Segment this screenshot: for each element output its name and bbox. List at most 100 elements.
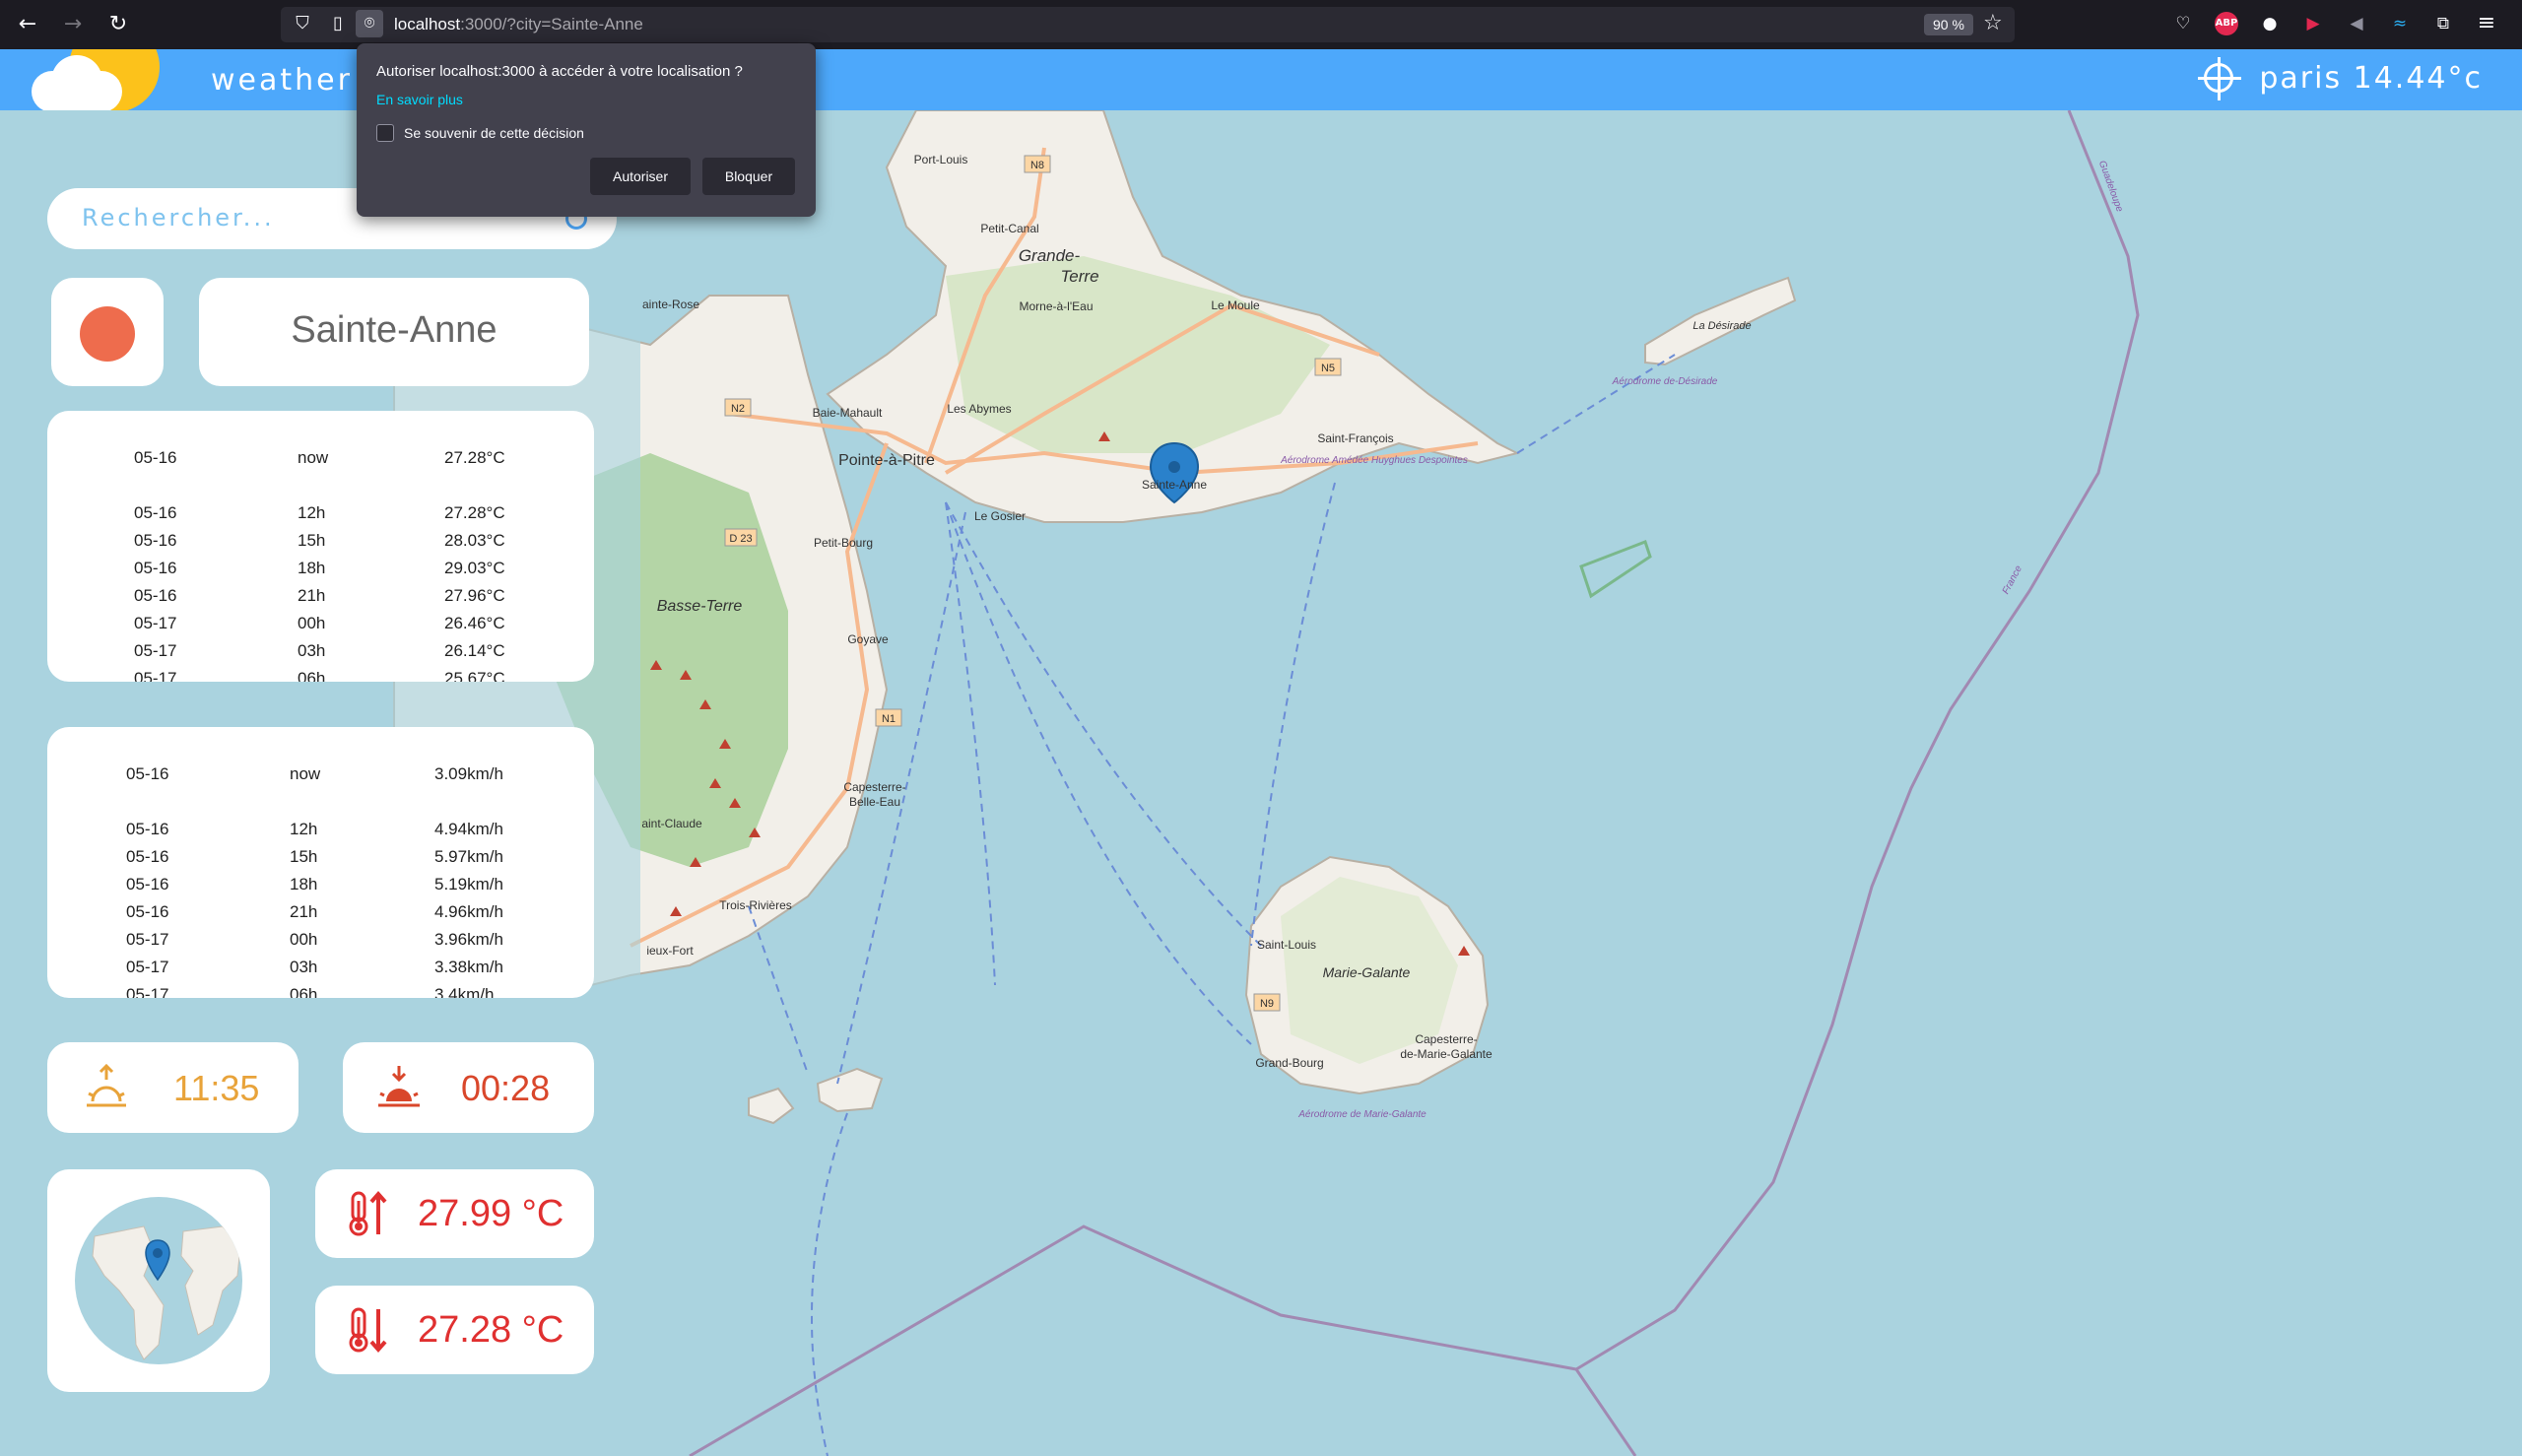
road-label-n8: N8 — [1030, 160, 1044, 171]
extensions-puzzle-icon[interactable]: ⧉ — [2431, 12, 2455, 35]
label-petit-bourg: Petit-Bourg — [814, 536, 873, 550]
road-label-n9: N9 — [1260, 998, 1274, 1010]
forecast-date: 05-16 — [126, 902, 169, 921]
current-location-text: paris 14.44°c — [2259, 61, 2483, 96]
max-temp-card: 27.99 °C — [315, 1169, 594, 1258]
forecast-time: now — [290, 764, 321, 783]
min-temperature: 27.28 °C — [418, 1309, 564, 1351]
forecast-value: 3.4km/h — [434, 985, 495, 998]
forecast-value: 27.96°C — [444, 586, 505, 605]
remember-checkbox[interactable] — [376, 124, 394, 142]
forecast-date: 05-16 — [134, 559, 177, 577]
youtube-extension-icon[interactable]: ▶ — [2301, 12, 2325, 35]
label-basse-terre: Basse-Terre — [657, 598, 743, 615]
forecast-value: 27.28°C — [444, 503, 505, 522]
forecast-date: 05-17 — [126, 958, 169, 976]
label-saint-francois: Saint-François — [1317, 431, 1393, 445]
forecast-time: 12h — [298, 503, 326, 522]
forecast-row: 05-16 now 3.09km/h — [47, 764, 594, 788]
page-info-icon[interactable]: ▯ — [324, 10, 352, 37]
sunset-card: 00:28 — [343, 1042, 594, 1133]
forecast-value: 5.19km/h — [434, 875, 503, 893]
label-grand-bourg: Grand-Bourg — [1255, 1056, 1323, 1070]
bookmark-star-icon[interactable]: ☆ — [1983, 11, 2003, 35]
forecast-value: 26.14°C — [444, 641, 505, 660]
extension-circle-icon[interactable]: ● — [2258, 12, 2282, 35]
sunset-icon — [378, 1066, 420, 1107]
menu-hamburger-icon[interactable]: ≡ — [2475, 12, 2498, 35]
pocket-icon[interactable]: ♡ — [2171, 12, 2195, 35]
label-les-abymes: Les Abymes — [947, 402, 1011, 416]
label-capesterre-be: Capesterre- — [843, 780, 905, 794]
zoom-level-badge[interactable]: 90 % — [1924, 14, 1973, 35]
globe-card[interactable] — [47, 1169, 270, 1392]
forecast-time: 00h — [298, 614, 326, 632]
label-baie-mahault: Baie-Mahault — [813, 406, 883, 420]
forecast-value: 4.96km/h — [434, 902, 503, 921]
crosshair-icon[interactable] — [2198, 57, 2242, 100]
forecast-time: now — [298, 448, 329, 467]
forecast-row: 05-17 03h 26.14°C — [47, 641, 594, 665]
remember-label[interactable]: Se souvenir de cette décision — [404, 125, 584, 141]
label-capesterre-mg: Capesterre- — [1415, 1032, 1477, 1046]
label-capesterre-be-2: Belle-Eau — [849, 795, 900, 809]
road-label-d23: D 23 — [729, 533, 752, 545]
allow-button[interactable]: Autoriser — [590, 158, 691, 195]
location-permission-icon[interactable]: ⌾ — [356, 10, 383, 37]
forecast-row: 05-16 21h 4.96km/h — [47, 902, 594, 926]
forecast-date: 05-16 — [126, 875, 169, 893]
forecast-date: 05-17 — [126, 930, 169, 949]
label-morne-a-leau: Morne-à-l'Eau — [1020, 299, 1094, 313]
forecast-time: 15h — [290, 847, 318, 866]
forecast-date: 05-16 — [134, 448, 177, 467]
forecast-date: 05-16 — [134, 586, 177, 605]
learn-more-link[interactable]: En savoir plus — [376, 92, 463, 107]
label-aero-desirade: Aérodrome de-Désirade — [1612, 376, 1718, 387]
back-icon[interactable]: ← — [12, 10, 43, 39]
sunrise-icon — [87, 1064, 126, 1107]
forecast-row: 05-16 18h 29.03°C — [47, 559, 594, 582]
city-name: Sainte-Anne — [291, 309, 498, 351]
block-button[interactable]: Bloquer — [702, 158, 795, 195]
label-aero-pap: Aérodrome Amédée Huyghues Despointes — [1280, 455, 1468, 466]
forecast-row: 05-16 15h 5.97km/h — [47, 847, 594, 871]
sidebar: Rechercher... Sainte-Anne 05-16 now 27.28°… — [0, 110, 640, 1456]
forecast-date: 05-16 — [126, 764, 169, 783]
forecast-row: 05-17 06h 3.4km/h — [47, 985, 594, 998]
translate-extension-icon[interactable]: ≈ — [2388, 12, 2412, 35]
label-saint-louis: Saint-Louis — [1257, 938, 1316, 952]
speaker-icon[interactable]: ◀ — [2345, 12, 2368, 35]
forecast-value: 3.96km/h — [434, 930, 503, 949]
label-vieux-fort: ieux-Fort — [646, 944, 694, 958]
forecast-value: 3.38km/h — [434, 958, 503, 976]
label-le-gosier: Le Gosier — [974, 509, 1026, 523]
adblock-plus-icon[interactable]: ABP — [2215, 12, 2238, 35]
forecast-time: 03h — [290, 958, 318, 976]
forecast-time: 03h — [298, 641, 326, 660]
forecast-row: 05-17 03h 3.38km/h — [47, 958, 594, 981]
city-name-card: Sainte-Anne — [199, 278, 589, 386]
label-le-moule: Le Moule — [1211, 298, 1260, 312]
forecast-date: 05-17 — [126, 985, 169, 998]
reload-icon[interactable]: ↻ — [102, 10, 134, 39]
wind-forecast-card[interactable]: 05-16 now 3.09km/h 05-16 12h 4.94km/h 05-16 15h… — [47, 727, 594, 998]
forecast-value: 27.28°C — [444, 448, 505, 467]
current-location[interactable]: paris 14.44°c — [2198, 57, 2483, 100]
label-capesterre-mg-2: de-Marie-Galante — [1400, 1047, 1493, 1061]
map-marker-dot — [1168, 461, 1180, 473]
label-grande-terre-2: Terre — [1060, 267, 1098, 286]
thermometer-down-icon — [349, 1307, 387, 1354]
forecast-time: 06h — [290, 985, 318, 998]
temperature-forecast-card[interactable]: 05-16 now 27.28°C 05-16 12h 27.28°C 05-16 15h 28… — [47, 411, 594, 682]
address-bar[interactable]: ⛉ ▯ ⌾ localhost:3000/?city=Sainte-Anne 9… — [281, 7, 2015, 42]
forward-icon[interactable]: → — [57, 10, 89, 39]
road-label-n2: N2 — [731, 403, 745, 415]
min-temp-card: 27.28 °C — [315, 1286, 594, 1374]
forecast-value: 25.67°C — [444, 669, 505, 682]
url-text[interactable]: localhost:3000/?city=Sainte-Anne — [394, 15, 643, 34]
forecast-value: 29.03°C — [444, 559, 505, 577]
forecast-time: 00h — [290, 930, 318, 949]
forecast-value: 3.09km/h — [434, 764, 503, 783]
shield-icon[interactable]: ⛉ — [289, 10, 316, 37]
forecast-row: 05-17 00h 3.96km/h — [47, 930, 594, 954]
